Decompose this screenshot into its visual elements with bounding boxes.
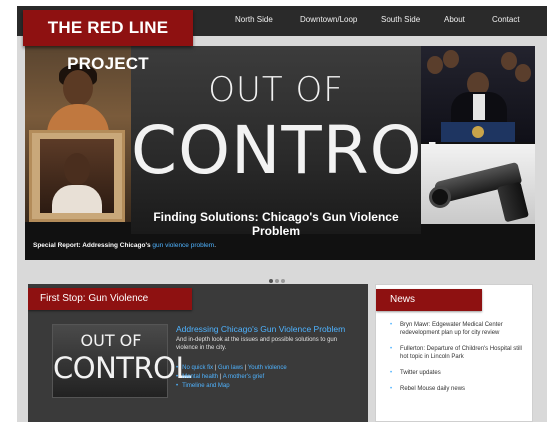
hero-subtitle: Finding Solutions: Chicago's Gun Violenc… [153, 210, 399, 238]
news-item[interactable]: • Bryn Mawr: Edgewater Medical Center red… [390, 321, 528, 337]
list-item: • Mental health | A mother's grief [176, 374, 265, 380]
special-report-caption: Special Report: Addressing Chicago's gun… [33, 242, 217, 249]
link-gun-laws[interactable]: Gun laws [218, 365, 243, 371]
list-item: • Timeline and Map [176, 383, 230, 389]
hero-title-line2: CONTROL [131, 112, 461, 189]
nav-downtown-loop[interactable]: Downtown/Loop [300, 15, 357, 24]
nav-south-side[interactable]: South Side [381, 15, 420, 24]
slider-dot[interactable] [281, 279, 285, 283]
link-mental-health[interactable]: Mental health [182, 374, 218, 380]
news-item[interactable]: • Fullerton: Departure of Children's Hosp… [390, 345, 528, 361]
nav-north-side[interactable]: North Side [235, 15, 273, 24]
link-mothers-grief[interactable]: A mother's grief [223, 374, 265, 380]
first-stop-panel: First Stop: Gun Violence OUT OF CONTROL … [28, 284, 368, 422]
first-stop-links: • No quick fix | Gun laws | Youth violenc… [176, 364, 287, 391]
first-stop-header: First Stop: Gun Violence [28, 288, 192, 310]
news-list: • Bryn Mawr: Edgewater Medical Center red… [390, 321, 528, 401]
list-item: • No quick fix | Gun laws | Youth violenc… [176, 365, 287, 371]
first-stop-description: And in-depth look at the issues and poss… [176, 337, 338, 351]
photo-president-speech [421, 46, 535, 142]
news-panel: News • Bryn Mawr: Edgewater Medical Cente… [375, 284, 533, 422]
nav-contact[interactable]: Contact [492, 15, 520, 24]
link-youth-violence[interactable]: Youth violence [248, 365, 287, 371]
hero-title-panel: OUT OF CONTROL Finding Solutions: Chicag… [131, 46, 461, 238]
special-report-label: Special Report: Addressing Chicago's [33, 242, 151, 249]
slider-dot[interactable] [275, 279, 279, 283]
special-report-link[interactable]: gun violence problem [152, 242, 214, 249]
link-timeline-and-map[interactable]: Timeline and Map [182, 383, 229, 389]
link-no-quick-fix[interactable]: No quick fix [182, 365, 213, 371]
photo-handgun [421, 144, 535, 224]
news-item[interactable]: • Rebel Mouse daily news [390, 385, 528, 393]
slider-dot[interactable] [269, 279, 273, 283]
nav-about[interactable]: About [444, 15, 465, 24]
first-stop-article-link[interactable]: Addressing Chicago's Gun Violence Proble… [176, 324, 345, 334]
page-frame: North Side Downtown/Loop South Side Abou… [17, 6, 547, 422]
news-item[interactable]: • Twitter updates [390, 369, 528, 377]
site-logo[interactable]: THE RED LINE PROJECT [23, 10, 193, 73]
hero-title-line1: OUT OF [208, 70, 344, 110]
news-header: News [376, 289, 482, 311]
out-of-control-thumbnail[interactable]: OUT OF CONTROL [52, 324, 192, 398]
